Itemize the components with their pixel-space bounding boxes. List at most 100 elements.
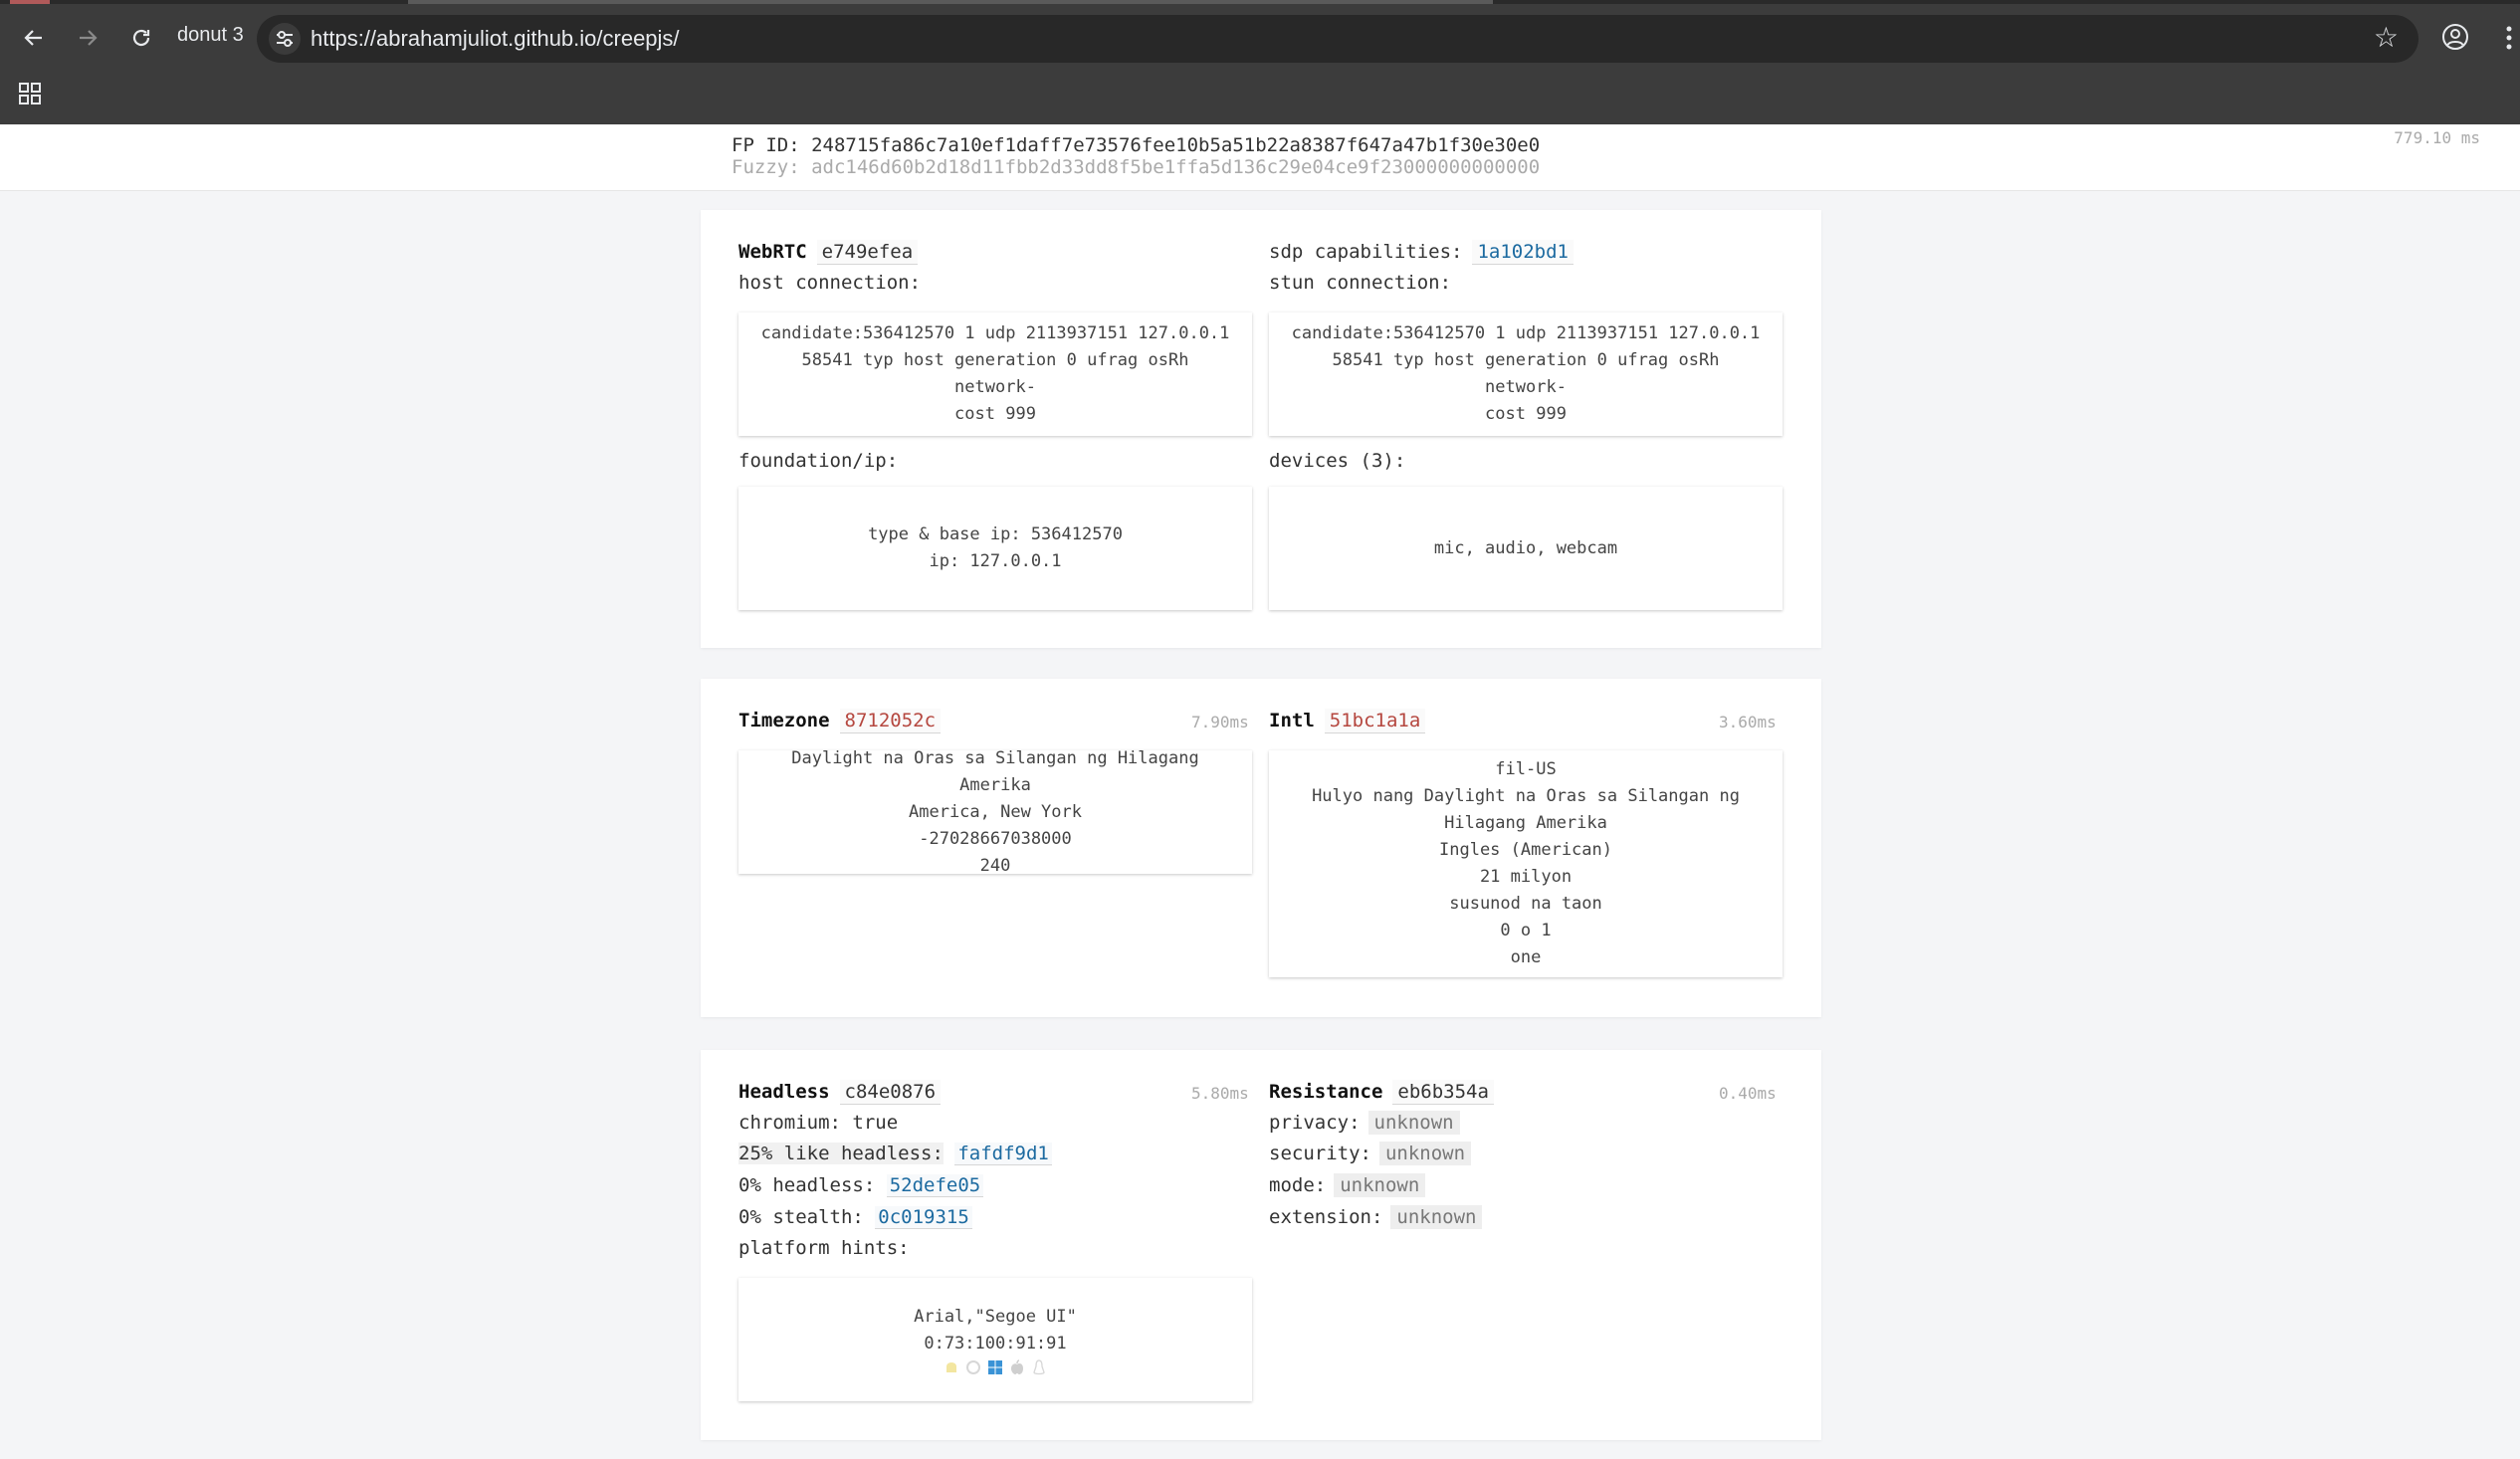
headless-resistance-panel: Headless c84e0876 5.80ms chromium: true 2… xyxy=(701,1050,1821,1440)
timezone-hash[interactable]: 8712052c xyxy=(839,709,942,733)
resistance-title: Resistance xyxy=(1269,1081,1383,1103)
fp-id-value: 248715fa86c7a10ef1daff7e73576fee10b5a51b… xyxy=(811,134,1541,156)
mode-value: unknown xyxy=(1334,1173,1426,1197)
headless-hash-link[interactable]: 52defe05 xyxy=(886,1174,984,1197)
webrtc-panel: WebRTC e749efea host connection: candidat… xyxy=(701,210,1821,648)
headless-row: 0% headless: 52defe05 xyxy=(738,1173,984,1197)
intl-line-2: Hulyo nang Daylight na Oras sa Silangan … xyxy=(1312,786,1740,806)
platform-icons xyxy=(914,1359,1077,1375)
intl-time: 3.60ms xyxy=(1719,713,1777,731)
foundation-line-1: type & base ip: 536412570 xyxy=(868,524,1123,544)
linux-icon xyxy=(1033,1359,1045,1375)
mode-row: mode: unknown xyxy=(1269,1173,1426,1197)
intl-line-7: 0 o 1 xyxy=(1500,921,1552,940)
webrtc-title-row: WebRTC e749efea xyxy=(738,240,919,265)
stealth-label: 0% stealth: xyxy=(738,1206,864,1228)
host-line-1: candidate:536412570 1 udp 2113937151 127… xyxy=(760,323,1230,343)
resistance-hash[interactable]: eb6b354a xyxy=(1392,1080,1494,1105)
intl-line-4: Ingles (American) xyxy=(1439,840,1612,860)
headless-time: 5.80ms xyxy=(1191,1084,1249,1103)
sdp-label: sdp capabilities: xyxy=(1269,241,1463,263)
stun-line-2: 58541 typ host generation 0 ufrag osRh n… xyxy=(1332,350,1720,397)
foundation-ip-box: type & base ip: 536412570 ip: 127.0.0.1 xyxy=(738,487,1252,610)
browser-toolbar: donut 3 https://abrahamjuliot.github.io/… xyxy=(0,0,2520,124)
intl-line-1: fil-US xyxy=(1495,759,1557,779)
fuzzy-value: adc146d60b2d18d11fbb2d33dd8f5be1ffa5d136… xyxy=(811,156,1541,178)
host-connection-box: candidate:536412570 1 udp 2113937151 127… xyxy=(738,313,1252,436)
timezone-line-1: Daylight na Oras sa Silangan ng Hilagang… xyxy=(791,747,1199,795)
webrtc-hash[interactable]: e749efea xyxy=(816,240,919,265)
headless-title: Headless xyxy=(738,1081,830,1103)
bookmark-star-icon[interactable]: ☆ xyxy=(2374,21,2399,54)
like-headless-hash[interactable]: fafdf9d1 xyxy=(954,1143,1052,1165)
headless-label: 0% headless: xyxy=(738,1174,876,1196)
timezone-intl-panel: Timezone 8712052c 7.90ms Daylight na Oras… xyxy=(701,679,1821,1017)
webrtc-title: WebRTC xyxy=(738,241,807,263)
intl-title: Intl xyxy=(1269,710,1315,731)
forward-arrow-icon[interactable] xyxy=(70,20,105,56)
chrome-os-icon xyxy=(965,1360,980,1374)
apple-icon xyxy=(1010,1359,1023,1374)
fuzzy-label: Fuzzy: xyxy=(732,156,800,178)
timezone-title: Timezone xyxy=(738,710,830,731)
privacy-row: privacy: unknown xyxy=(1269,1111,1460,1135)
url-text[interactable]: https://abrahamjuliot.github.io/creepjs/ xyxy=(311,26,680,52)
fp-time: 779.10 ms xyxy=(2394,128,2480,147)
stun-connection-label: stun connection: xyxy=(1269,272,1452,294)
security-row: security: unknown xyxy=(1269,1142,1472,1165)
extension-label: extension: xyxy=(1269,1206,1383,1228)
stun-line-3: cost 999 xyxy=(1485,404,1567,424)
intl-line-6: susunod na taon xyxy=(1449,894,1602,914)
platform-line-1: Arial,"Segoe UI" xyxy=(914,1307,1077,1327)
intl-line-8: one xyxy=(1510,947,1542,967)
privacy-value: unknown xyxy=(1367,1111,1460,1135)
platform-hints-box: Arial,"Segoe UI" 0:73:100:91:91 xyxy=(738,1278,1252,1401)
back-arrow-icon[interactable] xyxy=(16,20,52,56)
mode-label: mode: xyxy=(1269,1174,1327,1196)
security-value: unknown xyxy=(1378,1142,1472,1165)
windows-icon xyxy=(987,1360,1002,1374)
resistance-title-row: Resistance eb6b354a xyxy=(1269,1080,1494,1105)
timezone-line-4: 240 xyxy=(979,855,1011,876)
site-settings-icon[interactable] xyxy=(269,23,301,55)
profile-icon[interactable] xyxy=(2440,22,2470,52)
apps-grid-icon[interactable] xyxy=(18,82,42,105)
address-bar[interactable]: https://abrahamjuliot.github.io/creepjs/… xyxy=(257,15,2418,63)
timezone-line-2: America, New York xyxy=(909,801,1082,822)
privacy-label: privacy: xyxy=(1269,1112,1361,1134)
intl-line-3: Hilagang Amerika xyxy=(1444,813,1607,833)
headless-title-row: Headless c84e0876 xyxy=(738,1080,942,1105)
platform-hints-label: platform hints: xyxy=(738,1237,910,1259)
fp-id-label: FP ID: xyxy=(732,134,800,156)
tab-label[interactable]: donut 3 xyxy=(177,24,244,47)
host-connection-label: host connection: xyxy=(738,272,922,294)
intl-hash[interactable]: 51bc1a1a xyxy=(1324,709,1426,733)
timezone-title-row: Timezone 8712052c xyxy=(738,709,942,733)
stun-connection-box: candidate:536412570 1 udp 2113937151 127… xyxy=(1269,313,1783,436)
stealth-row: 0% stealth: 0c019315 xyxy=(738,1205,972,1229)
fuzzy-hash: Fuzzy: adc146d60b2d18d11fbb2d33dd8f5be1f… xyxy=(732,156,1540,178)
timezone-box: Daylight na Oras sa Silangan ng Hilagang… xyxy=(738,748,1252,876)
devices-value: mic, audio, webcam xyxy=(1433,537,1618,558)
more-menu-icon[interactable] xyxy=(2504,22,2514,54)
platform-line-2: 0:73:100:91:91 xyxy=(924,1334,1067,1354)
intl-box: fil-US Hulyo nang Daylight na Oras sa Si… xyxy=(1269,750,1783,977)
fingerprint-header: FP ID: 248715fa86c7a10ef1daff7e73576fee1… xyxy=(0,124,2520,191)
intl-line-5: 21 milyon xyxy=(1479,867,1573,887)
host-line-3: cost 999 xyxy=(954,404,1036,424)
reload-icon[interactable] xyxy=(123,20,159,56)
sdp-hash[interactable]: 1a102bd1 xyxy=(1472,240,1574,265)
fp-id: FP ID: 248715fa86c7a10ef1daff7e73576fee1… xyxy=(732,134,1540,156)
foundation-ip-label: foundation/ip: xyxy=(738,450,899,472)
stealth-hash[interactable]: 0c019315 xyxy=(875,1206,972,1229)
android-icon xyxy=(945,1362,956,1372)
stun-line-1: candidate:536412570 1 udp 2113937151 127… xyxy=(1291,323,1761,343)
extension-value: unknown xyxy=(1390,1205,1483,1229)
devices-box: mic, audio, webcam xyxy=(1269,487,1783,610)
intl-title-row: Intl 51bc1a1a xyxy=(1269,709,1426,733)
headless-hash[interactable]: c84e0876 xyxy=(839,1080,942,1105)
like-headless-row: 25% like headless: fafdf9d1 xyxy=(738,1142,1052,1165)
like-headless-label: 25% like headless: xyxy=(738,1143,944,1164)
timezone-time: 7.90ms xyxy=(1191,713,1249,731)
devices-label: devices (3): xyxy=(1269,450,1406,472)
